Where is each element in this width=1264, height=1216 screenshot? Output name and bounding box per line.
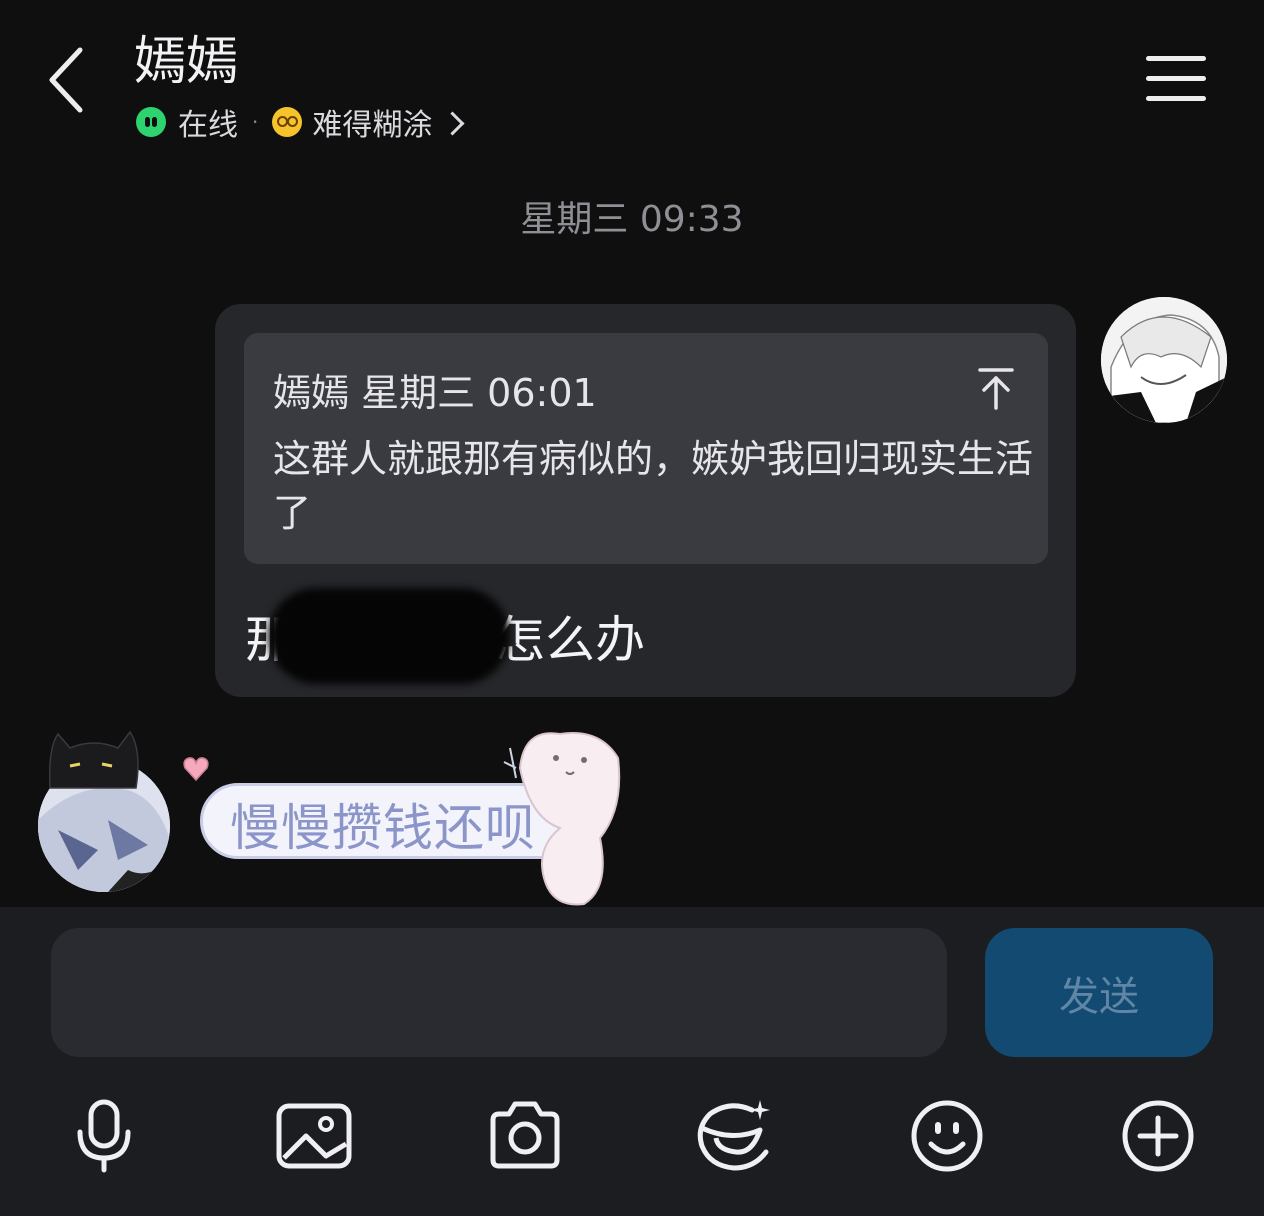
redaction-mark bbox=[268, 588, 510, 684]
message-input[interactable] bbox=[51, 928, 947, 1057]
white-cat-decoration bbox=[503, 732, 621, 906]
plus-icon[interactable] bbox=[1120, 1098, 1196, 1174]
chevron-right-icon bbox=[440, 110, 465, 136]
mood-emoji-icon bbox=[272, 107, 303, 137]
back-icon[interactable] bbox=[40, 40, 100, 120]
send-button[interactable]: 发送 bbox=[985, 928, 1213, 1057]
online-status-text: 在线 bbox=[178, 108, 238, 143]
contact-name: 嫣嫣 bbox=[134, 32, 239, 92]
quote-header: 嫣嫣 星期三 06:01 bbox=[273, 371, 597, 415]
my-avatar[interactable] bbox=[1101, 297, 1227, 423]
menu-icon[interactable] bbox=[1146, 56, 1206, 104]
image-icon[interactable] bbox=[276, 1098, 352, 1174]
camera-icon[interactable] bbox=[487, 1098, 563, 1174]
mood-status-text: 难得糊涂 bbox=[312, 108, 433, 143]
heart-icon bbox=[183, 757, 209, 782]
status-separator: · bbox=[252, 110, 259, 134]
emoji-sticker-icon[interactable] bbox=[696, 1098, 772, 1174]
microphone-icon[interactable] bbox=[66, 1098, 142, 1174]
smiley-icon[interactable] bbox=[909, 1098, 985, 1174]
sticker-text: 慢慢攒钱还呗 bbox=[230, 799, 536, 857]
status-row[interactable]: 在线 · 难得糊涂 bbox=[136, 100, 465, 144]
message-timestamp: 星期三 09:33 bbox=[520, 199, 744, 240]
quote-text: 这群人就跟那有病似的，嫉妒我回归现实生活了 bbox=[273, 437, 1034, 535]
jump-to-quote-icon[interactable] bbox=[974, 366, 1018, 410]
black-cat-decoration bbox=[48, 730, 139, 789]
online-status-icon bbox=[136, 107, 166, 137]
